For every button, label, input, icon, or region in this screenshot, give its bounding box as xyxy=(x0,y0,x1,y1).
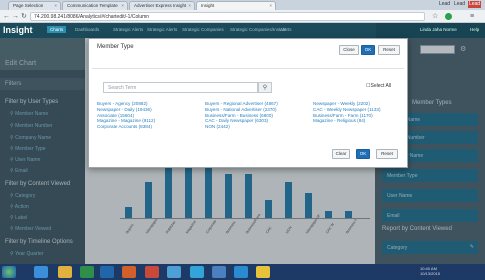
chrome-icon[interactable] xyxy=(256,266,270,278)
reset-button[interactable]: Reset xyxy=(378,45,400,55)
maximize-button[interactable]: Lead xyxy=(453,1,466,8)
help-link[interactable]: Help xyxy=(470,27,479,32)
option-item[interactable]: Buyers - Agency (20882) xyxy=(97,101,155,107)
ok-button[interactable]: OK xyxy=(361,45,375,55)
close-icon[interactable]: × xyxy=(121,3,124,8)
close-window-button[interactable]: Lead xyxy=(468,1,481,8)
ok-button[interactable]: OK xyxy=(356,149,370,159)
excel-icon[interactable] xyxy=(80,266,94,278)
close-icon[interactable]: × xyxy=(269,3,272,8)
reload-icon[interactable]: ↻ xyxy=(21,12,27,21)
reset-button[interactable]: Reset xyxy=(376,149,398,159)
option-item[interactable]: Buyers - Regional Advertiser (4867) xyxy=(205,101,278,107)
url-input[interactable]: 74.200.98.241/8086/Analytics/#/chartedit… xyxy=(30,12,425,21)
search-icon[interactable]: ⚲ xyxy=(258,82,272,93)
app-icon[interactable] xyxy=(212,266,226,278)
tab-title: Advertiser Express Insight xyxy=(134,3,187,8)
clock-date: 10/13/2015 xyxy=(420,271,441,276)
option-column: Buyers - Regional Advertiser (4867) Buye… xyxy=(205,101,278,130)
nav-tab[interactable]: Strategic Companies/Instant xyxy=(230,27,287,32)
browser-tab[interactable]: Page Selection × xyxy=(8,1,61,10)
nav-tab[interactable]: Strategic Alerts xyxy=(147,27,177,32)
option-item[interactable]: CAC - Weekly Newspaper (1133) xyxy=(313,107,380,113)
select-all-checkbox[interactable]: ☐Select All xyxy=(366,83,391,89)
option-column: Newspaper - Weekly (2202) CAC - Weekly N… xyxy=(313,101,380,124)
option-item[interactable]: NON (2442) xyxy=(205,124,278,130)
start-icon[interactable] xyxy=(2,266,16,278)
search-input[interactable]: Search Term xyxy=(103,82,258,93)
ie-icon[interactable] xyxy=(234,266,248,278)
app-icon[interactable] xyxy=(122,266,136,278)
forward-icon[interactable]: → xyxy=(12,12,19,21)
nav-tab[interactable]: Strategic Companies xyxy=(182,27,224,32)
close-icon[interactable]: × xyxy=(188,3,191,8)
word-icon[interactable] xyxy=(100,266,114,278)
nav-tab-charts[interactable]: Charts xyxy=(47,26,67,33)
powerpoint-icon[interactable] xyxy=(145,266,159,278)
option-item[interactable]: Buyers - National Advertiser (2370) xyxy=(205,107,278,113)
folder-icon[interactable] xyxy=(58,266,72,278)
extension-icon[interactable] xyxy=(445,13,452,20)
tab-title: Page Selection xyxy=(13,3,44,8)
modal-divider xyxy=(92,68,404,69)
browser-tab[interactable]: Advertiser Express Insight × xyxy=(129,1,195,10)
app-logo: Insight xyxy=(3,25,33,35)
clear-button[interactable]: Clear xyxy=(332,149,350,159)
close-icon[interactable]: × xyxy=(54,3,57,8)
browser-tab-active[interactable]: Insight × xyxy=(196,1,276,10)
option-item[interactable]: Corporate Accounts (8384) xyxy=(97,124,155,130)
option-item[interactable]: Magazine - Religious (84) xyxy=(313,118,380,124)
app-icon[interactable] xyxy=(190,266,204,278)
star-icon[interactable]: ☆ xyxy=(432,12,438,21)
menu-icon[interactable]: ≡ xyxy=(470,12,474,21)
user-name[interactable]: Linda Jaha Norme xyxy=(420,27,457,32)
browser-tab[interactable]: Communication Template × xyxy=(62,1,128,10)
option-item[interactable]: Newspaper - Daily (19436) xyxy=(97,107,155,113)
outlook-icon[interactable] xyxy=(167,266,181,278)
back-icon[interactable]: ← xyxy=(3,12,10,21)
modal-title: Member Type xyxy=(97,44,134,50)
system-tray-clock[interactable]: 10:40 AM 10/13/2015 xyxy=(420,266,440,276)
nav-tab[interactable]: Alerts xyxy=(280,27,292,32)
nav-tab[interactable]: Dashboards xyxy=(75,27,99,32)
close-button[interactable]: Close xyxy=(339,45,359,55)
option-column: Buyers - Agency (20882) Newspaper - Dail… xyxy=(97,101,155,130)
select-all-label: Select All xyxy=(370,83,392,89)
minimize-button[interactable]: Lead xyxy=(438,1,451,8)
tab-title: Insight xyxy=(201,3,215,8)
nav-tab[interactable]: Strategic Alerts xyxy=(113,27,143,32)
tab-title: Communication Template xyxy=(67,3,118,8)
explorer-icon[interactable] xyxy=(34,266,48,278)
